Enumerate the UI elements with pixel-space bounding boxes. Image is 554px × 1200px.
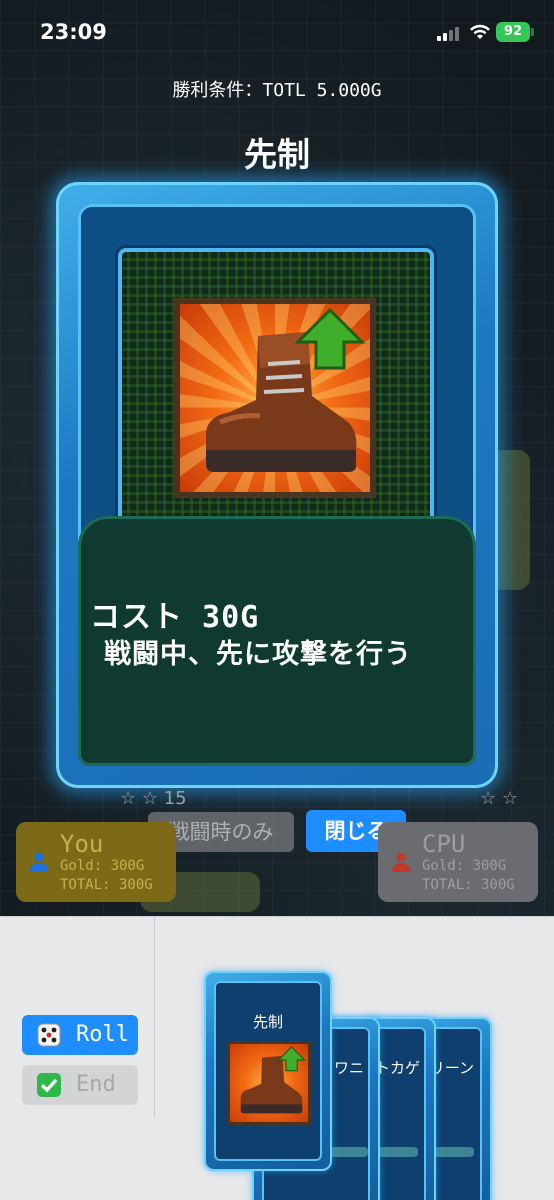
dice-icon — [37, 1023, 61, 1047]
battery-icon: 92 — [496, 22, 534, 42]
cellular-signal-icon — [437, 27, 461, 41]
hand-card-1[interactable]: 先制 — [204, 971, 332, 1171]
star-rating-right: ☆ ☆ — [480, 788, 518, 809]
status-time: 23:09 — [40, 20, 107, 44]
end-label: End — [76, 1072, 116, 1097]
card-title: 先制 — [244, 135, 310, 174]
card-detail: コスト 30G 戦闘中、先に攻撃を行う — [56, 182, 498, 788]
boot-up-arrow-icon — [174, 298, 376, 498]
wifi-icon — [470, 24, 490, 39]
card-text-box: コスト 30G 戦闘中、先に攻撃を行う — [78, 516, 476, 766]
star-rating-left: ☆ ☆ 15 — [120, 788, 187, 809]
roll-button[interactable]: Roll — [22, 1015, 138, 1055]
person-icon — [392, 852, 410, 872]
cpu-gold: Gold: 300G — [422, 858, 507, 874]
roll-label: Roll — [76, 1022, 129, 1047]
person-icon — [30, 852, 48, 872]
card-inner-frame: コスト 30G 戦闘中、先に攻撃を行う — [78, 204, 476, 766]
end-button[interactable]: End — [22, 1065, 138, 1105]
card-cost: コスト 30G — [90, 600, 260, 635]
hand-tray: Roll End リーン トカゲ ワニ 先制 — [0, 916, 554, 1200]
check-icon — [37, 1073, 61, 1097]
game-screen: 23:09 92 勝利条件：TOTL 5.000G 先制 コスト 30G 戦闘中… — [0, 0, 554, 1200]
player-gold: Gold: 300G — [60, 858, 145, 874]
player-name: You — [60, 830, 104, 858]
win-condition: 勝利条件：TOTL 5.000G — [172, 80, 382, 101]
tray-divider — [154, 917, 155, 1117]
card-art-frame — [118, 248, 434, 558]
hand-card-name: 先制 — [252, 1013, 283, 1031]
status-bar: 23:09 92 — [0, 0, 554, 66]
player-panel-cpu: CPU Gold: 300G TOTAL: 300G — [378, 822, 538, 902]
cpu-total: TOTAL: 300G — [422, 877, 515, 893]
player-total: TOTAL: 300G — [60, 877, 153, 893]
player-panel-you: You Gold: 300G TOTAL: 300G — [16, 822, 176, 902]
cpu-name: CPU — [422, 830, 466, 858]
boot-up-arrow-icon — [227, 1041, 311, 1125]
card-description: 戦闘中、先に攻撃を行う — [104, 639, 412, 670]
